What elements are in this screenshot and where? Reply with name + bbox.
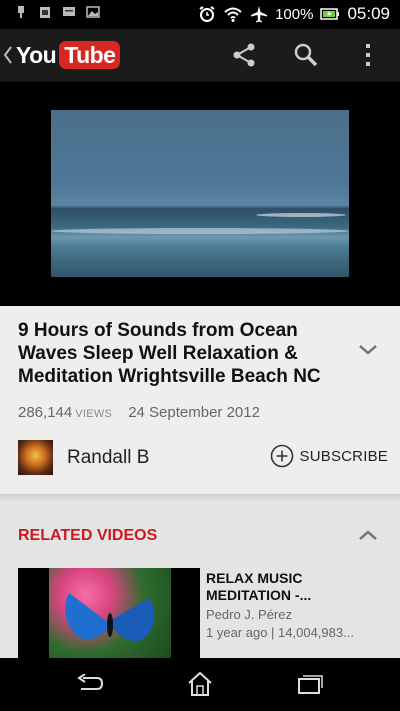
thumbnail-image: [49, 568, 171, 658]
back-chevron-icon[interactable]: [3, 44, 13, 66]
channel-avatar[interactable]: [18, 440, 53, 475]
related-video-author: Pedro J. Pérez: [206, 607, 292, 622]
video-frame[interactable]: [51, 110, 349, 277]
share-icon: [233, 43, 255, 67]
notification-icons: [14, 5, 100, 19]
recent-apps-icon: [298, 675, 323, 694]
image-icon: [86, 6, 100, 18]
battery-icon: [320, 8, 340, 20]
related-video-stats: 1 year ago | 14,004,983...: [206, 625, 354, 640]
channel-name[interactable]: Randall B: [67, 447, 149, 469]
alarm-icon: [199, 6, 215, 22]
channel-row: Randall B SUBSCRIBE: [18, 440, 388, 476]
logo-you-text: You: [16, 41, 57, 68]
airplane-icon: [251, 6, 268, 23]
battery-percent: 100%: [275, 5, 314, 23]
message-icon: [63, 7, 75, 16]
status-bar: 100% 05:09: [0, 0, 400, 29]
view-count: 286,144: [18, 404, 73, 421]
system-indicators: 100% 05:09: [198, 4, 390, 24]
video-meta: 286,144 VIEWS 24 September 2012: [18, 404, 260, 421]
subscribe-label: SUBSCRIBE: [299, 447, 388, 465]
wave-foam: [256, 213, 346, 217]
home-button[interactable]: [182, 670, 218, 698]
logo-tube-text: Tube: [59, 41, 121, 69]
add-circle-icon: [270, 444, 293, 468]
search-icon: [294, 43, 318, 67]
wifi-icon: [224, 7, 242, 22]
related-videos-header: RELATED VIDEOS: [18, 527, 158, 544]
usb-icon: [18, 6, 24, 18]
expand-chevron-icon[interactable]: [358, 344, 378, 356]
video-info: 9 Hours of Sounds from Ocean Waves Sleep…: [0, 306, 400, 494]
related-videos-section: RELATED VIDEOS RELAX MUSIC MEDITATION -.…: [0, 502, 400, 658]
share-button[interactable]: [228, 39, 260, 71]
youtube-logo[interactable]: You Tube: [16, 41, 121, 69]
overflow-menu-icon: [366, 44, 370, 66]
collapse-chevron-icon[interactable]: [358, 529, 378, 541]
butterfly-image: [65, 593, 155, 642]
related-video-thumbnail[interactable]: [18, 568, 200, 658]
recent-apps-button[interactable]: [292, 670, 328, 698]
section-divider: [0, 494, 400, 502]
search-button[interactable]: [290, 39, 322, 71]
back-arrow-icon: [77, 674, 104, 690]
app-bar: You Tube: [0, 29, 400, 82]
subscribe-button[interactable]: SUBSCRIBE: [270, 444, 389, 468]
wave-foam: [51, 228, 349, 234]
video-title: 9 Hours of Sounds from Ocean Waves Sleep…: [18, 320, 321, 387]
clock: 05:09: [347, 4, 390, 23]
sim-icon: [40, 7, 50, 18]
related-video-item[interactable]: RELAX MUSIC MEDITATION -... Pedro J. Pér…: [18, 568, 388, 658]
video-player[interactable]: [0, 82, 400, 306]
upload-date: 24 September 2012: [128, 404, 260, 421]
related-video-title[interactable]: RELAX MUSIC MEDITATION -...: [206, 570, 386, 604]
system-nav-bar: [0, 658, 400, 711]
back-button[interactable]: [72, 670, 108, 698]
home-icon: [188, 671, 212, 696]
overflow-menu-button[interactable]: [352, 39, 384, 71]
views-label: VIEWS: [75, 408, 113, 420]
